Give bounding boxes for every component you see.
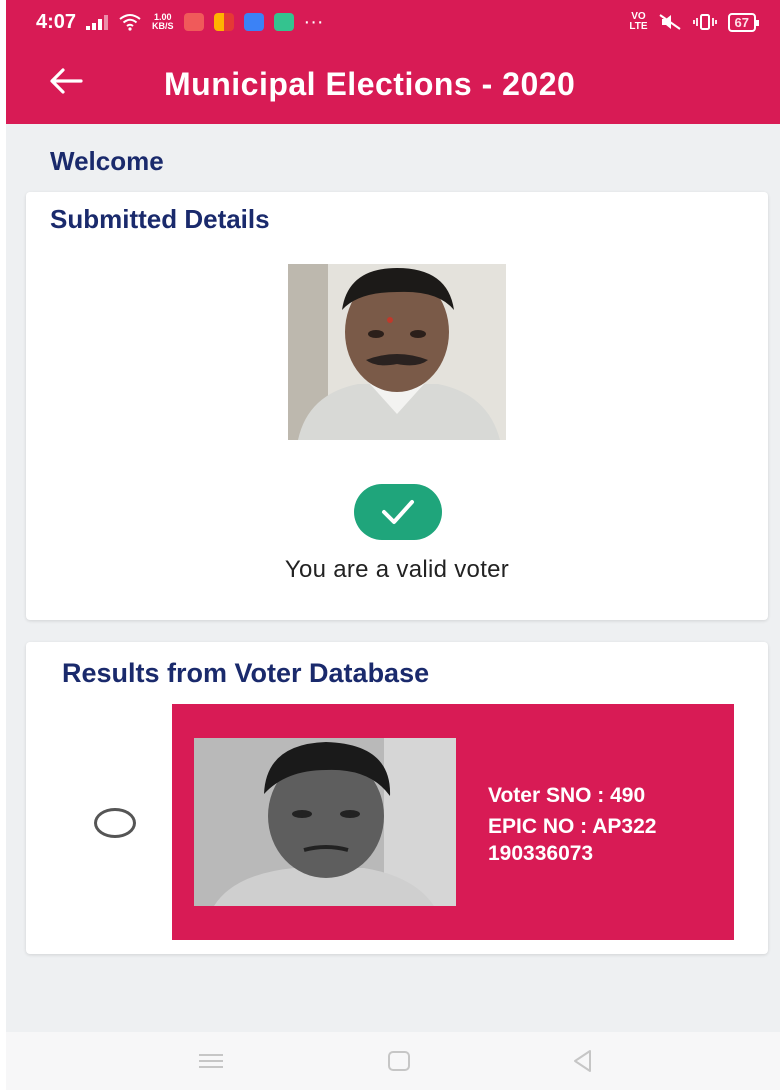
person-portrait-image [194, 738, 456, 906]
status-bar: 4:07 1.00 KB/S ··· VO LTE 67 [6, 0, 780, 44]
mute-icon [658, 14, 681, 30]
epic-no-label: EPIC NO : [488, 815, 593, 838]
epic-no-value-part1: AP322 [592, 815, 657, 838]
net-speed-unit: KB/S [152, 21, 174, 31]
valid-voter-status: You are a valid voter [284, 556, 510, 583]
signal-icon [86, 14, 109, 30]
results-title: Results from Voter Database [62, 658, 430, 688]
submitted-details-title: Submitted Details [50, 204, 270, 234]
notification-app-icon [183, 13, 204, 31]
app-screen: 4:07 1.00 KB/S ··· VO LTE 67 Municipal Ele… [6, 0, 780, 1090]
notification-app-icon [213, 13, 234, 31]
status-time: 4:07 [36, 10, 77, 33]
submitted-details-card: Submitted Details You are a valid voter [26, 192, 768, 620]
back-triangle-icon [574, 1050, 591, 1072]
wifi-icon [119, 14, 141, 31]
voter-sno-value: 490 [610, 784, 646, 807]
epic-no-value-part2: 190336073 [488, 842, 594, 865]
nav-back-button[interactable] [568, 1046, 598, 1076]
status-left: 4:07 1.00 KB/S ··· [36, 11, 324, 34]
notification-app-icon [243, 13, 264, 31]
voter-result-card[interactable]: Voter SNO : 490 EPIC NO : AP322 19033607… [172, 704, 734, 940]
person-portrait-image [288, 264, 506, 440]
epic-no-line: EPIC NO : AP322 [488, 813, 656, 840]
voter-database-results-card: Results from Voter Database Voter SNO : … [26, 642, 768, 954]
system-nav-bar [6, 1032, 780, 1090]
check-circle-icon [354, 484, 442, 540]
voter-sno-line: Voter SNO : 490 [488, 782, 656, 809]
more-notifications-icon: ··· [303, 10, 324, 33]
home-icon [388, 1051, 410, 1071]
battery-indicator: 67 [727, 12, 760, 32]
menu-icon [199, 1054, 223, 1068]
voter-sno-label: Voter SNO : [488, 784, 611, 807]
app-bar: Municipal Elections - 2020 [6, 44, 780, 124]
notification-app-icon [273, 13, 294, 31]
status-right: VO LTE 67 [629, 12, 760, 32]
volte-bottom: LTE [629, 21, 648, 32]
volte-icon: VO LTE [629, 12, 647, 32]
vibrate-icon [692, 14, 717, 30]
voter-photo [194, 738, 456, 906]
nav-home-button[interactable] [384, 1046, 414, 1076]
net-speed: 1.00 KB/S [152, 13, 174, 31]
back-button[interactable] [48, 66, 88, 102]
voter-info: Voter SNO : 490 EPIC NO : AP322 19033607… [488, 782, 656, 867]
page-title: Municipal Elections - 2020 [164, 66, 576, 102]
checkmark-icon [382, 500, 414, 524]
nav-menu-button[interactable] [196, 1046, 226, 1076]
submitted-photo [288, 264, 506, 440]
arrow-left-icon [50, 68, 83, 94]
result-select-radio[interactable] [94, 808, 136, 838]
welcome-heading: Welcome [50, 146, 164, 176]
